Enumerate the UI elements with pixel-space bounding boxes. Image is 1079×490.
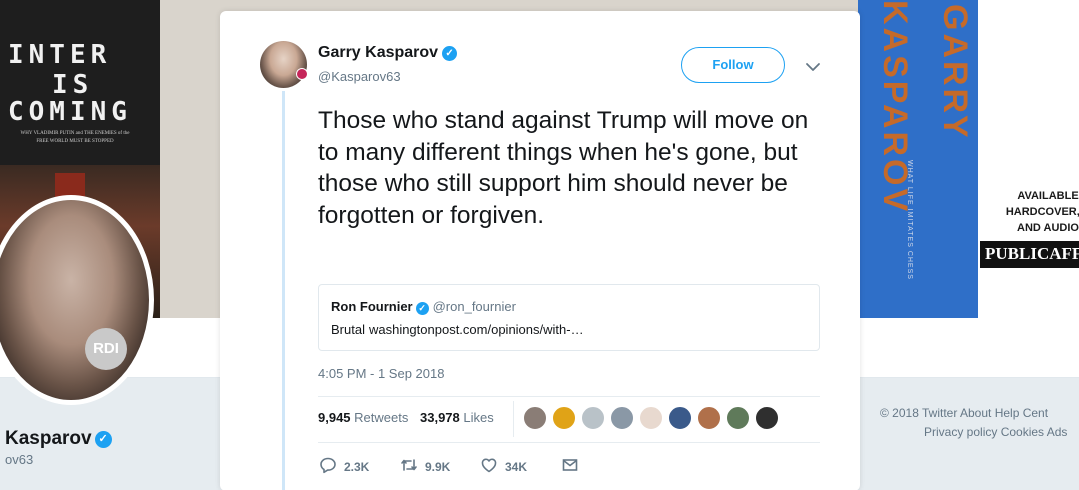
- quoted-author-name: Ron Fournier: [331, 299, 413, 314]
- author-handle[interactable]: @Kasparov63: [318, 69, 401, 84]
- retweet-icon: [401, 459, 417, 471]
- liker-avatar[interactable]: [668, 406, 692, 430]
- promo-panel: [978, 0, 1079, 318]
- reply-count: 2.3K: [344, 460, 370, 474]
- heart-icon: [481, 458, 497, 473]
- tweet-stats: 9,945 Retweets 33,978 Likes: [318, 410, 494, 425]
- author-name-text[interactable]: Garry Kasparov: [318, 44, 438, 61]
- book-subtitle: WHY VLADIMIR PUTIN and THE ENEMIES of th…: [20, 131, 130, 144]
- liker-avatar[interactable]: [755, 406, 779, 430]
- verified-icon: ✓: [415, 302, 429, 315]
- likes-label[interactable]: Likes: [463, 410, 493, 425]
- divider: [318, 396, 820, 397]
- tweet-timestamp[interactable]: 4:05 PM - 1 Sep 2018: [318, 366, 444, 381]
- quoted-tweet[interactable]: Ron Fournier ✓ @ron_fournier Brutal washing…: [318, 284, 820, 351]
- profile-name-text: Kasparov: [5, 428, 92, 449]
- footer-links: © 2018 Twitter About Help Cent Privacy p…: [880, 404, 1067, 442]
- liker-avatar[interactable]: [552, 406, 576, 430]
- reply-button[interactable]: 2.3K: [318, 455, 369, 475]
- retweets-label[interactable]: Retweets: [354, 410, 408, 425]
- promo-line: AVAILABLE: [1017, 190, 1079, 202]
- profile-handle: ov63: [5, 452, 34, 467]
- book-cover-kasparov: GARRY KASPAROV WHAT LIFE IMITATES CHESS: [858, 0, 978, 318]
- quoted-author: Ron Fournier ✓ @ron_fournier: [331, 299, 516, 315]
- book-title-line: INTER: [8, 40, 112, 70]
- promo-text: AVAILABLE HARDCOVER, E AND AUDIO: [993, 188, 1079, 236]
- quoted-text: Brutal washingtonpost.com/opinions/with-…: [331, 322, 584, 337]
- liker-avatar[interactable]: [523, 406, 547, 430]
- quoted-link[interactable]: washingtonpost.com/opinions/with-…: [369, 322, 584, 337]
- tweet-modal: Garry Kasparov ✓ @Kasparov63 Follow Those…: [220, 11, 860, 490]
- book-title-vertical: GARRY: [936, 4, 974, 141]
- footer-line[interactable]: © 2018 Twitter About Help Cent: [880, 404, 1067, 423]
- avatar-badge-icon: [296, 68, 308, 80]
- stats-separator: [513, 401, 514, 437]
- liker-avatar[interactable]: [697, 406, 721, 430]
- book-spine-text: WHAT LIFE IMITATES CHESS: [906, 160, 913, 280]
- chevron-down-icon[interactable]: [803, 57, 823, 77]
- quoted-author-handle: @ron_fournier: [432, 299, 516, 314]
- author-avatar[interactable]: [260, 41, 308, 88]
- likes-count[interactable]: 33,978: [420, 410, 460, 425]
- liker-avatar[interactable]: [581, 406, 605, 430]
- liker-avatar[interactable]: [610, 406, 634, 430]
- profile-name: Kasparov ✓: [5, 428, 112, 450]
- follow-button[interactable]: Follow: [681, 47, 785, 83]
- direct-message-button[interactable]: [560, 455, 580, 475]
- liker-avatar[interactable]: [726, 406, 750, 430]
- promo-line: HARDCOVER, E: [1005, 206, 1079, 218]
- like-button[interactable]: 34K: [479, 455, 527, 475]
- liker-avatar[interactable]: [639, 406, 663, 430]
- quoted-text-body: Brutal: [331, 322, 365, 337]
- author-name[interactable]: Garry Kasparov ✓: [318, 44, 458, 62]
- verified-icon: ✓: [94, 431, 112, 448]
- tweet-text: Those who stand against Trump will move …: [318, 107, 809, 229]
- promo-line: AND AUDIO: [1017, 222, 1079, 234]
- book-title-line: IS: [52, 70, 94, 100]
- book-title-line: COMING: [8, 97, 132, 127]
- retweet-button[interactable]: 9.9K: [399, 455, 450, 475]
- like-count: 34K: [505, 460, 528, 474]
- retweet-count: 9.9K: [425, 460, 451, 474]
- reply-icon: [320, 457, 336, 474]
- thread-line: [282, 91, 285, 490]
- envelope-icon: [562, 459, 578, 471]
- divider: [318, 442, 820, 443]
- retweets-count[interactable]: 9,945: [318, 410, 351, 425]
- footer-line[interactable]: Privacy policy Cookies Ads: [880, 423, 1067, 442]
- publisher-logo: PUBLICAFF: [980, 241, 1079, 268]
- avatar-badge: RDI: [85, 328, 127, 370]
- verified-icon: ✓: [442, 46, 458, 61]
